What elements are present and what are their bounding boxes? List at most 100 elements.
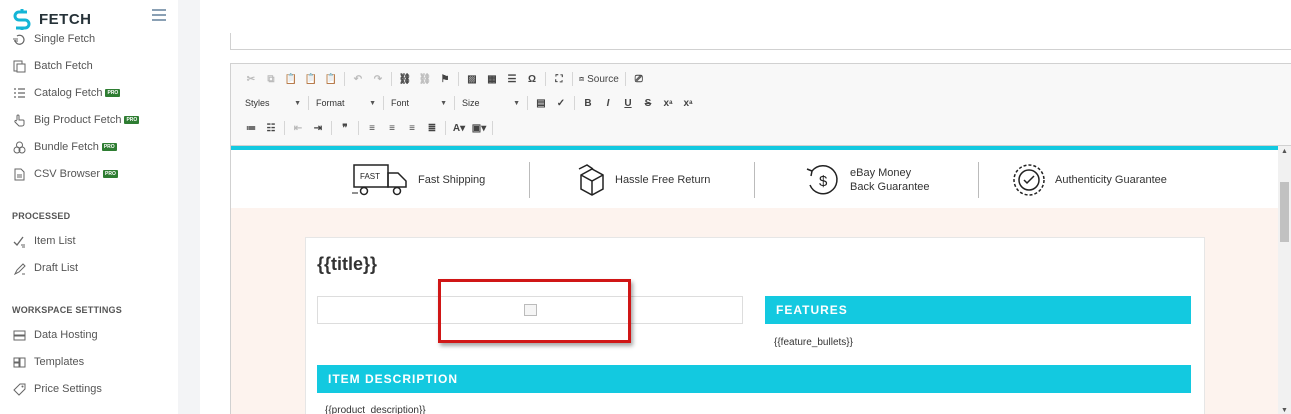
chevron-down-icon: ▼: [440, 99, 447, 107]
toolbar-separator: [358, 121, 359, 135]
subscript-icon[interactable]: xa: [658, 94, 678, 112]
underline-icon[interactable]: U: [618, 94, 638, 112]
pro-badge: PRO: [101, 143, 117, 151]
sidebar-item-label: Batch Fetch: [34, 60, 93, 72]
bold-icon[interactable]: B: [578, 94, 598, 112]
paste-text-icon[interactable]: 📋: [301, 70, 321, 88]
toolbar-separator: [574, 96, 575, 110]
item-list-icon: [12, 234, 26, 248]
cut-icon[interactable]: ✂: [241, 70, 261, 88]
align-right-icon[interactable]: ≡: [402, 119, 422, 137]
toolbar-separator: [344, 72, 345, 86]
app-logo[interactable]: FETCH: [11, 8, 92, 30]
feature-bullets-placeholder: {{feature_bullets}}: [774, 337, 853, 348]
scrollbar-thumb[interactable]: [1280, 182, 1289, 242]
paste-word-icon[interactable]: 📋: [321, 70, 341, 88]
batch-fetch-icon: [12, 59, 26, 73]
maximize-icon[interactable]: ⛶: [549, 70, 569, 88]
sidebar-item-big-product-fetch[interactable]: Big Product Fetch PRO: [12, 112, 140, 128]
sidebar-item-bundle-fetch[interactable]: Bundle Fetch PRO: [12, 139, 117, 155]
menu-toggle-icon[interactable]: [152, 9, 166, 21]
align-center-icon[interactable]: ≡: [382, 119, 402, 137]
features-heading: FEATURES: [765, 296, 1191, 324]
blockquote-icon[interactable]: ❞: [335, 119, 355, 137]
source-button[interactable]: ⧈ Source: [576, 70, 622, 88]
badge-label: eBay Money Back Guarantee: [850, 166, 930, 194]
paste-icon[interactable]: 📋: [281, 70, 301, 88]
editor-toolbar: ✂ ⧉ 📋 📋 📋 ↶ ↷ ⛓ ⛓ ⚑ ▨ ▦ ☰ Ω ⛶ ⧈ Source ⎚ …: [231, 64, 1291, 146]
italic-icon[interactable]: I: [598, 94, 618, 112]
fast-shipping-truck-icon: FAST: [352, 164, 407, 196]
toolbar-separator: [331, 121, 332, 135]
badge-label: Hassle Free Return: [615, 174, 711, 186]
sidebar-item-label: Price Settings: [34, 383, 102, 395]
badge-money-back: $ eBay Money Back Guarantee: [804, 163, 930, 197]
anchor-flag-icon[interactable]: ⚑: [435, 70, 455, 88]
sidebar-item-label: Data Hosting: [34, 329, 98, 341]
table-icon[interactable]: ▦: [482, 70, 502, 88]
scroll-up-icon[interactable]: ▲: [1281, 148, 1288, 155]
toolbar-separator: [454, 96, 455, 110]
styles-dropdown[interactable]: Styles ▼: [241, 94, 305, 112]
toolbar-separator: [391, 72, 392, 86]
font-dropdown[interactable]: Font ▼: [387, 94, 451, 112]
toolbar-separator: [383, 96, 384, 110]
bundle-icon: [12, 140, 26, 154]
horizontal-line-icon[interactable]: ☰: [502, 70, 522, 88]
pro-badge: PRO: [124, 116, 140, 124]
badge-divider: [978, 162, 979, 198]
undo-icon[interactable]: ↶: [348, 70, 368, 88]
sidebar-item-price-settings[interactable]: Price Settings: [12, 381, 102, 397]
sidebar-item-templates[interactable]: Templates: [12, 354, 84, 370]
toolbar-separator: [445, 121, 446, 135]
redo-icon[interactable]: ↷: [368, 70, 388, 88]
editor-content-area[interactable]: FAST Fast Shipping Hassle Free Return $: [231, 146, 1279, 414]
numbered-list-icon[interactable]: ≔: [241, 119, 261, 137]
link-icon[interactable]: ⛓: [395, 70, 415, 88]
bulleted-list-icon[interactable]: ☷: [261, 119, 281, 137]
template-title: {{title}}: [317, 254, 378, 274]
hand-pointer-icon: [12, 113, 26, 127]
pro-badge: PRO: [105, 89, 121, 97]
sidebar-item-batch-fetch[interactable]: Batch Fetch: [12, 58, 93, 74]
font-label: Font: [391, 98, 410, 108]
sidebar-item-label: Draft List: [34, 262, 79, 274]
section-title-processed: PROCESSED: [12, 211, 71, 221]
copy-icon[interactable]: ⧉: [261, 70, 281, 88]
indent-icon[interactable]: ⇥: [308, 119, 328, 137]
superscript-icon[interactable]: xa: [678, 94, 698, 112]
sidebar-item-csv-browser[interactable]: CSV Browser PRO: [12, 166, 118, 182]
sidebar-item-draft-list[interactable]: Draft List: [12, 260, 78, 276]
sidebar-item-item-list[interactable]: Item List: [12, 233, 76, 249]
sidebar-item-data-hosting[interactable]: Data Hosting: [12, 327, 98, 343]
image-icon[interactable]: ▨: [462, 70, 482, 88]
sidebar-item-label: Templates: [34, 356, 85, 368]
badge-label: Authenticity Guarantee: [1055, 174, 1167, 186]
badge-fast-shipping: FAST Fast Shipping: [352, 163, 485, 197]
paste-format-icon[interactable]: ▤: [531, 94, 551, 112]
source-label: Source: [587, 73, 619, 85]
data-hosting-icon: [12, 328, 26, 342]
strikethrough-icon[interactable]: S: [638, 94, 658, 112]
text-color-icon[interactable]: A▾: [449, 119, 469, 137]
preview-icon[interactable]: ⎚: [629, 70, 649, 88]
background-color-icon[interactable]: ▣▾: [469, 119, 489, 137]
money-back-icon: $: [806, 164, 838, 195]
spellcheck-icon[interactable]: ✓: [551, 94, 571, 112]
align-left-icon[interactable]: ≡: [362, 119, 382, 137]
price-settings-icon: [12, 382, 26, 396]
toolbar-separator: [545, 72, 546, 86]
unlink-icon[interactable]: ⛓: [415, 70, 435, 88]
editor-scrollbar[interactable]: ▲ ▼: [1278, 146, 1291, 414]
special-char-icon[interactable]: Ω: [522, 70, 542, 88]
scroll-down-icon[interactable]: ▼: [1281, 407, 1288, 414]
size-dropdown[interactable]: Size ▼: [458, 94, 524, 112]
format-dropdown[interactable]: Format ▼: [312, 94, 380, 112]
chevron-down-icon: ▼: [513, 99, 520, 107]
return-box-icon: [578, 164, 604, 196]
align-justify-icon[interactable]: ≣: [422, 119, 442, 137]
sidebar-item-single-fetch[interactable]: Single Fetch: [12, 31, 95, 47]
sidebar-item-catalog-fetch[interactable]: Catalog Fetch PRO: [12, 85, 121, 101]
top-input-field[interactable]: [230, 33, 1291, 50]
outdent-icon[interactable]: ⇤: [288, 119, 308, 137]
